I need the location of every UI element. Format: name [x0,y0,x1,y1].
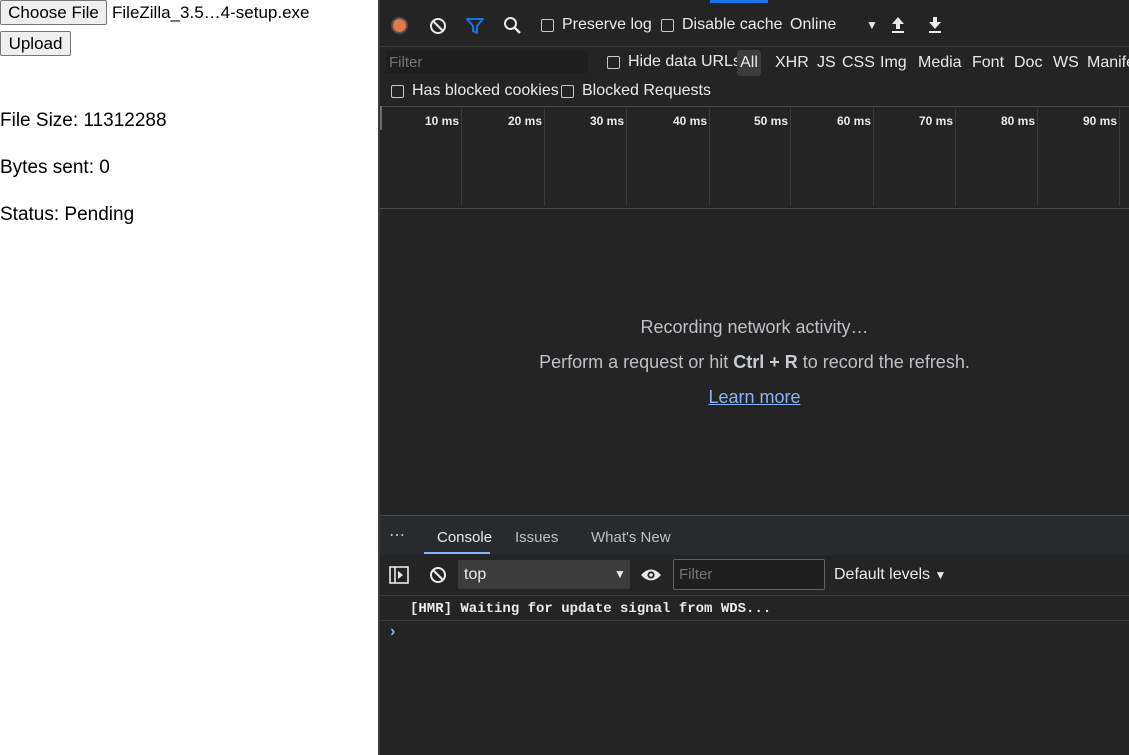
context-value: top [464,566,487,583]
context-select[interactable]: top ▼ [458,560,630,589]
throttling-value: Online [790,16,837,33]
network-filter-input[interactable] [386,51,588,73]
bytes-sent-text: Bytes sent: 0 [0,157,110,178]
hide-data-urls-label: Hide data URLs [628,53,741,70]
drawer-tab-bar: ⋯ Console Issues What's New [380,515,1129,555]
tick-line [1119,106,1120,206]
console-toolbar: top ▼ Default levels ▼ [380,555,1129,596]
tick-label: 70 ms [918,114,953,128]
tick-line [626,106,627,206]
empty-state-hint: Perform a request or hit Ctrl + R to rec… [380,352,1129,373]
chevron-down-icon: ▼ [934,568,947,582]
chevron-down-icon: ▼ [866,18,878,32]
learn-more-link[interactable]: Learn more [708,387,800,407]
throttling-select[interactable]: Online ▼ [790,15,880,39]
tab-whats-new[interactable]: What's New [591,529,671,546]
file-size-text: File Size: 11312288 [0,110,167,131]
tick-label: 40 ms [672,114,707,128]
hint-shortcut: Ctrl + R [733,352,798,372]
type-filter-font[interactable]: Font [972,54,1004,72]
record-icon[interactable] [391,17,408,34]
export-icon[interactable] [927,16,943,39]
type-filter-all[interactable]: All [737,50,761,76]
console-filter-input[interactable] [673,559,825,590]
has-blocked-cookies-checkbox[interactable] [391,85,404,98]
type-filter-js[interactable]: JS [817,54,836,72]
tick-label: 20 ms [507,114,542,128]
search-icon[interactable] [503,16,522,35]
clear-icon[interactable] [429,17,447,35]
tick-label: 50 ms [753,114,788,128]
tick-line [873,106,874,206]
tick-line [461,106,462,206]
preserve-log-label: Preserve log [562,16,652,33]
console-prompt-icon[interactable]: › [390,623,395,641]
type-filter-manifest[interactable]: Manifest [1087,54,1129,72]
devtools-panel: Preserve log Disable cache Online ▼ Hide… [378,0,1129,755]
active-tab-indicator [424,552,490,554]
network-filter-bar: Hide data URLs All XHR JS CSS Img Media … [380,46,1129,79]
disable-cache-checkbox[interactable] [661,19,674,32]
type-filter-img[interactable]: Img [880,54,907,72]
filter-icon[interactable] [466,17,484,35]
import-icon[interactable] [890,16,906,39]
sidebar-toggle-icon[interactable] [389,566,409,589]
hide-data-urls-checkbox[interactable] [607,56,620,69]
chevron-down-icon: ▼ [614,567,626,581]
blocked-requests-checkbox[interactable] [561,85,574,98]
tick-label: 80 ms [1000,114,1035,128]
learn-more-container: Learn more [380,387,1129,408]
blocked-requests-label: Blocked Requests [582,82,711,99]
disable-cache-label: Disable cache [682,16,783,33]
clear-console-icon[interactable] [429,566,447,589]
console-message: [HMR] Waiting for update signal from WDS… [410,601,772,617]
tick-line [1037,106,1038,206]
tick-line [544,106,545,206]
tick-label: 30 ms [589,114,624,128]
tick-label: 60 ms [836,114,871,128]
tick-line [790,106,791,206]
network-overview-timeline[interactable]: 10 ms 20 ms 30 ms 40 ms 50 ms 60 ms 70 m… [380,106,1129,209]
has-blocked-cookies-label: Has blocked cookies [412,82,559,99]
tick-line [709,106,710,206]
tick-label: 10 ms [424,114,459,128]
tab-issues[interactable]: Issues [515,529,558,546]
choose-file-button[interactable]: Choose File [0,0,107,25]
empty-state-title: Recording network activity… [640,317,869,337]
hint-prefix: Perform a request or hit [539,352,734,372]
type-filter-media[interactable]: Media [918,54,962,72]
upload-page: Choose File FileZilla_3.5…4-setup.exe Up… [0,0,378,755]
blocked-filter-bar: Has blocked cookies Blocked Requests [380,78,1129,107]
type-filter-doc[interactable]: Doc [1014,54,1042,72]
preserve-log-checkbox[interactable] [541,19,554,32]
status-text: Status: Pending [0,204,135,225]
hint-suffix: to record the refresh. [797,352,970,372]
type-filter-ws[interactable]: WS [1053,54,1079,72]
type-filter-xhr[interactable]: XHR [775,54,809,72]
timeline-start-marker [380,106,382,130]
tab-console[interactable]: Console [437,529,492,546]
tick-line [955,106,956,206]
tick-label: 90 ms [1082,114,1117,128]
levels-label: Default levels [834,566,931,583]
log-levels-dropdown[interactable]: Default levels ▼ [834,566,946,584]
message-divider [380,620,1129,621]
selected-file-name: FileZilla_3.5…4-setup.exe [112,3,310,22]
more-tabs-icon[interactable]: ⋯ [389,525,406,545]
active-panel-indicator [710,0,768,3]
eye-icon[interactable] [640,567,662,588]
type-filter-css[interactable]: CSS [842,54,875,72]
upload-button[interactable]: Upload [0,31,71,56]
network-toolbar: Preserve log Disable cache Online ▼ [380,8,1129,44]
